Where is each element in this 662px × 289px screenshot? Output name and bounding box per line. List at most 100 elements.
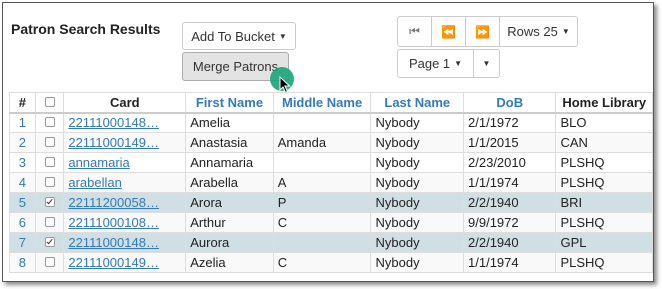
table-row[interactable]: 3 annamaria Annamaria Nybody 2/23/2010 PLSHQ [9,152,653,173]
middle-name-cell: P [272,192,372,213]
dob-cell: 1/1/1974 [463,252,557,273]
prev-page-button[interactable]: ⏪ [431,16,466,47]
col-header-number: # [9,92,36,114]
card-cell: 22111000148… [63,112,187,133]
col-header-middle-name[interactable]: Middle Name [272,92,372,114]
card-cell: annamaria [63,152,187,173]
pager-toolbar: ⏮ ⏪ ⏩ Rows 25 ▼ [397,16,578,47]
caret-down-icon: ▼ [482,59,491,68]
last-name-cell: Nybody [370,232,465,253]
first-name-cell: Aurora [185,232,274,253]
middle-name-cell [272,112,372,133]
dob-cell: 1/1/1974 [463,172,557,193]
card-cell: 22111000148… [63,232,187,253]
row-checkbox[interactable] [44,257,55,267]
select-all-checkbox[interactable] [44,96,55,107]
page-options-dropdown[interactable]: ▼ [473,49,500,78]
page-dropdown[interactable]: Page 1 ▼ [397,49,474,78]
card-cell: 22111000149… [63,252,187,273]
first-page-button[interactable]: ⏮ [397,16,432,47]
next-page-button[interactable]: ⏩ [465,16,500,47]
middle-name-cell: Amanda [272,132,372,153]
col-header-first-name[interactable]: First Name [185,92,274,114]
double-chevron-left-icon: ⏪ [441,24,456,39]
middle-name-cell: C [272,212,372,233]
col-header-select[interactable] [34,92,65,114]
first-name-cell: Arora [185,192,274,213]
home-library-cell: PLSHQ [555,172,653,193]
row-number: 5 [9,192,36,213]
card-link[interactable]: 22111000148… [68,235,159,250]
caret-down-icon: ▼ [561,27,570,36]
dob-cell: 1/1/2015 [463,132,557,153]
row-select-cell[interactable] [34,232,65,253]
rows-per-page-label: Rows 25 [507,24,558,39]
card-cell: 22111200058… [63,192,187,213]
last-name-cell: Nybody [370,192,465,213]
card-cell: 22111000149… [63,132,187,153]
card-link[interactable]: 22111000149… [68,255,159,270]
dob-cell: 9/9/1972 [463,212,557,233]
table-row[interactable]: 2 22111000149… Anastasia Amanda Nybody 1/1/20… [9,132,653,153]
col-header-dob[interactable]: DoB [463,92,557,114]
middle-name-cell [272,232,372,253]
table-row[interactable]: 5 22111200058… Arora P Nybody 2/2/1940 BRI [9,192,653,213]
rows-per-page-dropdown[interactable]: Rows 25 ▼ [499,16,578,47]
last-name-cell: Nybody [370,132,465,153]
card-link[interactable]: arabellan [68,175,122,190]
card-link[interactable]: 22111000149… [68,135,159,150]
home-library-cell: PLSHQ [555,252,653,273]
first-name-cell: Amelia [185,112,274,133]
row-number: 1 [9,112,36,133]
page-label: Page 1 [408,56,451,71]
table-row[interactable]: 8 22111000149… Azelia C Nybody 1/1/1974 PLSHQ [9,252,653,273]
home-library-cell: BRI [555,192,653,213]
double-chevron-right-icon: ⏩ [475,24,490,39]
card-link[interactable]: 22111000148… [68,115,159,130]
row-select-cell[interactable] [34,172,65,193]
row-checkbox[interactable] [44,117,55,128]
card-link[interactable]: 22111200058… [68,195,159,210]
table-row[interactable]: 6 22111000108… Arthur C Nybody 9/9/1972 PLSHQ [9,212,653,233]
col-header-last-name[interactable]: Last Name [370,92,465,114]
row-checkbox[interactable] [44,217,55,227]
card-link[interactable]: 22111000108… [68,215,159,230]
dob-cell: 2/1/1972 [463,112,557,133]
row-select-cell[interactable] [34,132,65,153]
first-name-cell: Arabella [185,172,274,193]
middle-name-cell: A [272,172,372,193]
row-select-cell[interactable] [34,252,65,273]
page-title: Patron Search Results [11,21,161,37]
row-number: 8 [9,252,36,273]
dob-cell: 2/23/2010 [463,152,557,173]
row-number: 3 [9,152,36,173]
card-link[interactable]: annamaria [68,155,129,170]
table-row[interactable]: 4 arabellan Arabella A Nybody 1/1/1974 PLSHQ [9,172,653,193]
page-select-group: Page 1 ▼ ▼ [397,49,500,78]
home-library-cell: GPL [555,232,653,253]
row-select-cell[interactable] [34,192,65,213]
table-row[interactable]: 7 22111000148… Aurora Nybody 2/2/1940 GPL [9,232,653,253]
row-checkbox[interactable] [44,237,55,247]
home-library-cell: BLO [555,112,653,133]
row-checkbox[interactable] [44,137,55,147]
row-checkbox[interactable] [44,157,55,167]
last-name-cell: Nybody [370,172,465,193]
patron-search-panel: Patron Search Results Add To Bucket ▼ Me… [2,2,654,282]
first-name-cell: Anastasia [185,132,274,153]
add-to-bucket-button[interactable]: Add To Bucket ▼ [182,22,296,50]
first-name-cell: Arthur [185,212,274,233]
row-select-cell[interactable] [34,212,65,233]
last-name-cell: Nybody [370,212,465,233]
row-select-cell[interactable] [34,112,65,133]
row-number: 7 [9,232,36,253]
double-bar-left-icon: ⏮ [409,24,420,38]
table-row[interactable]: 1 22111000148… Amelia Nybody 2/1/1972 BLO [9,112,653,133]
middle-name-cell [272,152,372,173]
row-select-cell[interactable] [34,152,65,173]
row-number: 2 [9,132,36,153]
home-library-cell: PLSHQ [555,212,653,233]
row-checkbox[interactable] [44,177,55,187]
dob-cell: 2/2/1940 [463,192,557,213]
row-checkbox[interactable] [44,197,55,207]
